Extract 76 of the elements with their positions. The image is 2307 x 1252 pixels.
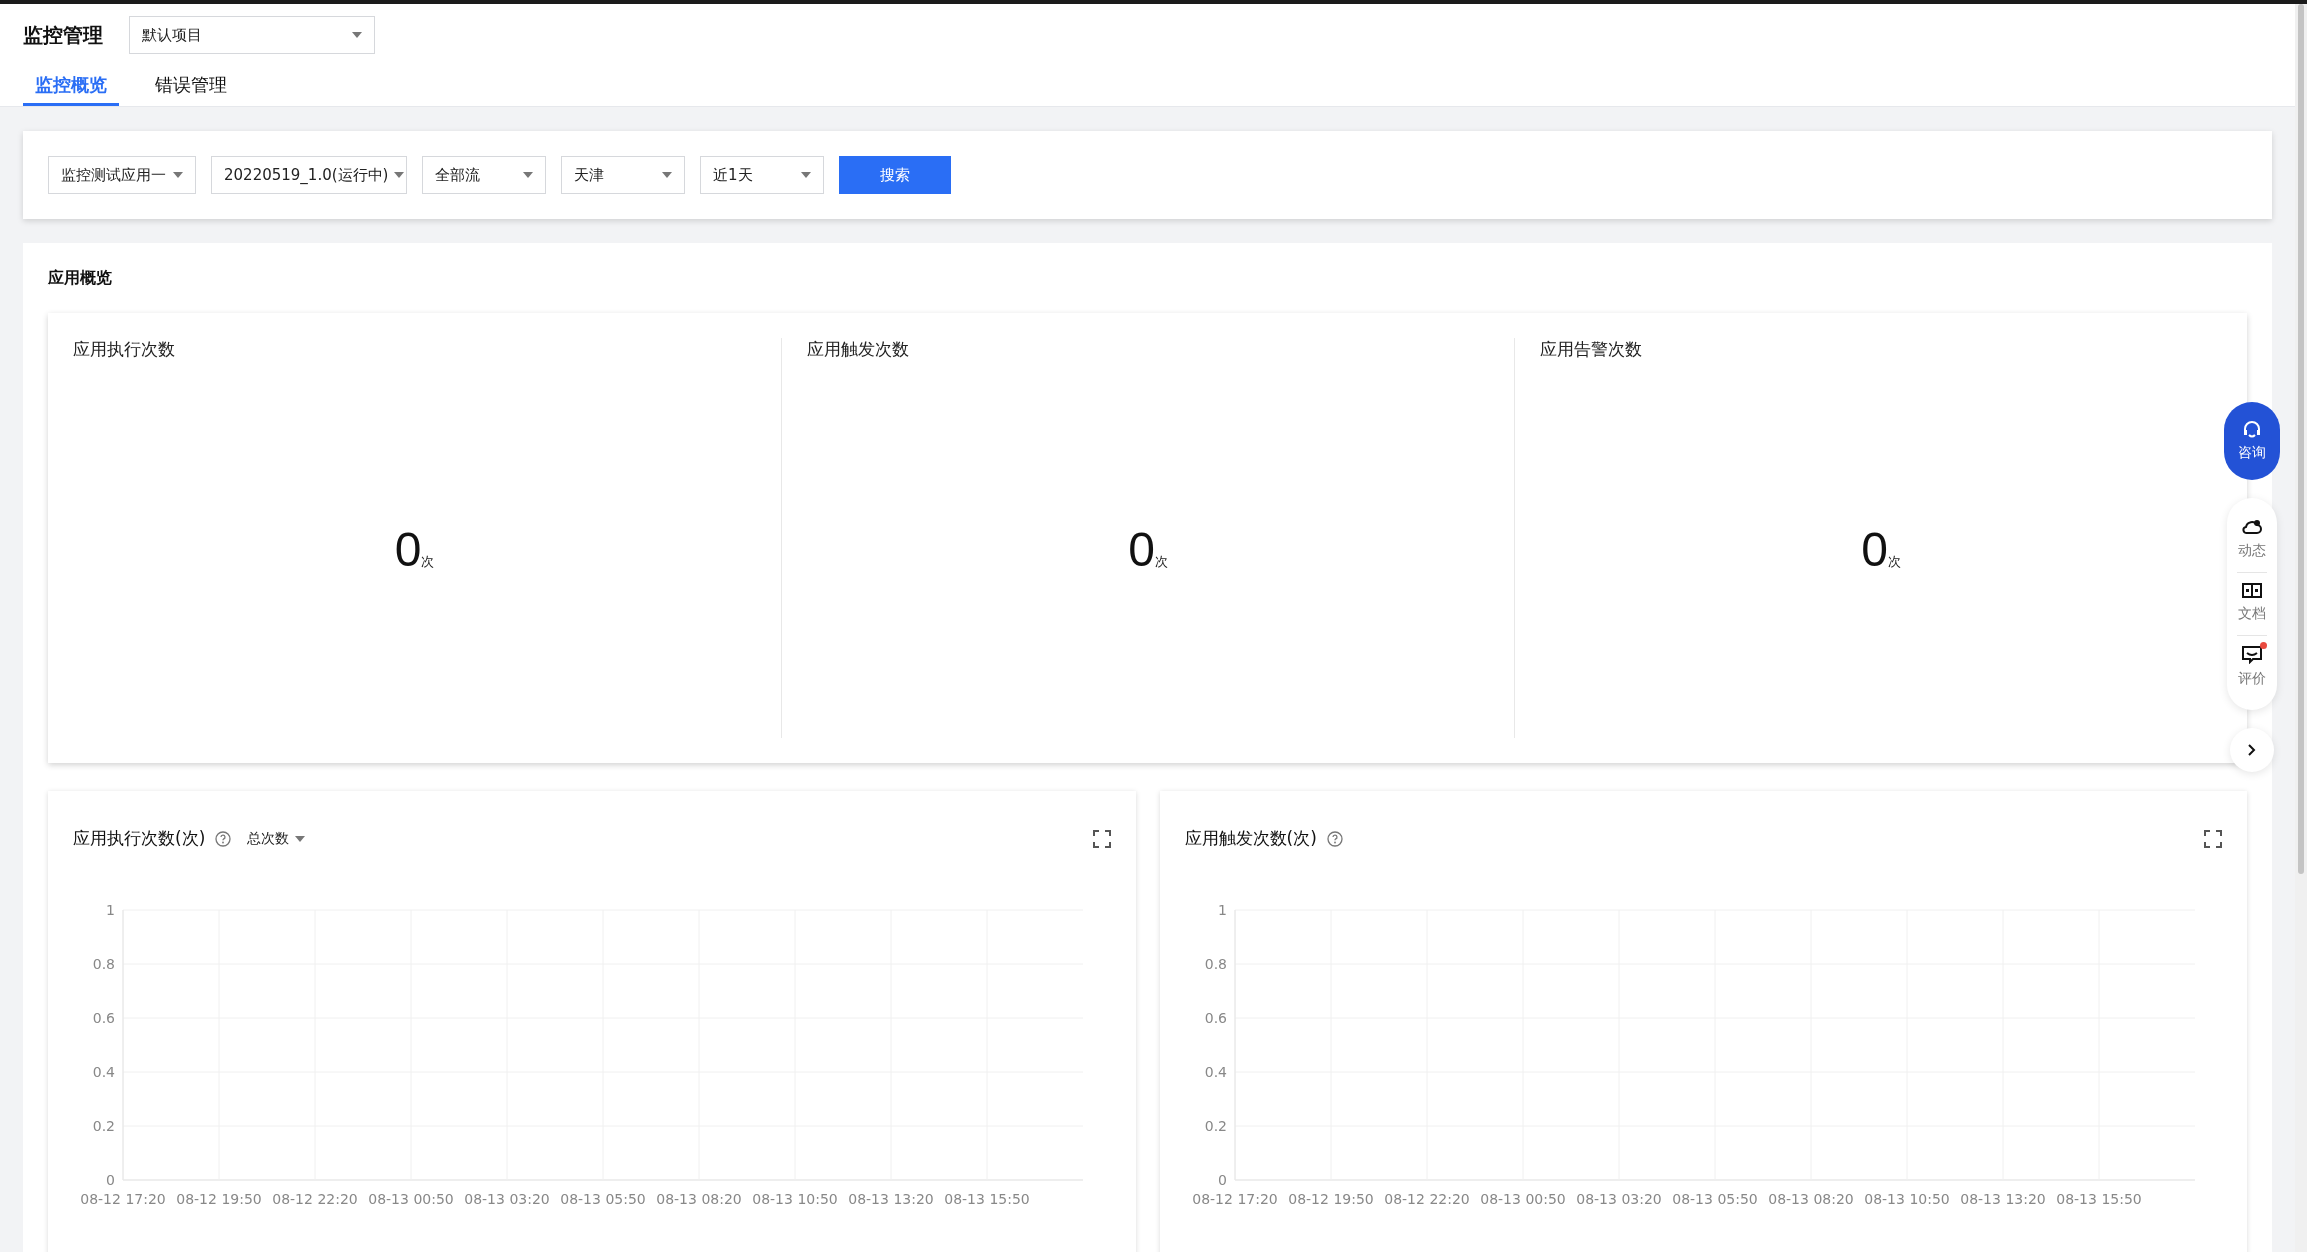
x-axis-label: 08-13 03:20 <box>464 1191 550 1207</box>
x-axis-label: 08-12 19:50 <box>176 1191 262 1207</box>
section-title: 应用概览 <box>48 268 113 289</box>
x-axis-label: 08-13 08:20 <box>1767 1191 1854 1207</box>
filter-select[interactable]: 近1天 <box>700 156 824 194</box>
filter-select[interactable]: 监控测试应用一 <box>48 156 196 194</box>
x-axis-label: 08-13 08:20 <box>656 1191 742 1207</box>
caret-icon <box>523 172 533 178</box>
caret-icon <box>662 172 672 178</box>
x-axis-label: 08-12 22:20 <box>272 1191 358 1207</box>
stat-value: 0 <box>394 522 422 577</box>
x-axis-label: 08-12 17:20 <box>80 1191 166 1207</box>
y-axis-label: 0.6 <box>92 1010 115 1026</box>
y-axis-label: 0.4 <box>92 1064 115 1080</box>
caret-icon <box>801 172 811 178</box>
search-button[interactable]: 搜索 <box>839 156 951 194</box>
message-icon <box>2242 646 2262 664</box>
tab[interactable]: 监控概览 <box>23 66 119 106</box>
filter-select[interactable]: 20220519_1.0(运行中) <box>211 156 407 194</box>
y-axis-label: 0.8 <box>92 956 115 972</box>
x-axis-label: 08-13 15:50 <box>944 1191 1030 1207</box>
chart-title: 应用执行次数(次) <box>73 827 206 850</box>
stat-value: 0 <box>1128 522 1155 577</box>
y-axis-label: 0.6 <box>1204 1010 1227 1026</box>
help-icon[interactable] <box>215 830 232 847</box>
y-axis-label: 1 <box>106 902 115 918</box>
consult-button[interactable]: 咨询 <box>2224 402 2280 480</box>
caret-icon <box>352 32 362 38</box>
y-axis-label: 0 <box>1217 1172 1227 1188</box>
x-axis-label: 08-13 13:20 <box>1959 1191 2046 1207</box>
stat-label: 应用触发次数 <box>807 338 910 361</box>
x-axis-label: 08-12 22:20 <box>1383 1191 1470 1207</box>
x-axis-label: 08-13 00:50 <box>1479 1191 1566 1207</box>
filter-select[interactable]: 天津 <box>561 156 685 194</box>
x-axis-label: 08-12 19:50 <box>1287 1191 1374 1207</box>
count-type-dropdown[interactable]: 总次数 <box>247 829 306 848</box>
caret-icon <box>295 835 306 842</box>
fullscreen-icon[interactable] <box>1092 829 1111 848</box>
y-axis-label: 0.8 <box>1204 956 1227 972</box>
x-axis-label: 08-12 17:20 <box>1191 1191 1278 1207</box>
project-select[interactable]: 默认项目 <box>129 16 375 54</box>
side-tool[interactable]: 动态 <box>2237 508 2267 573</box>
y-axis-label: 0.4 <box>1204 1064 1227 1080</box>
x-axis-label: 08-13 10:50 <box>1863 1191 1950 1207</box>
side-tool[interactable]: 评价 <box>2237 636 2267 700</box>
x-axis-label: 08-13 05:50 <box>560 1191 646 1207</box>
y-axis-label: 0.2 <box>1204 1118 1227 1134</box>
side-tool[interactable]: 文档 <box>2237 573 2267 636</box>
scrollbar[interactable] <box>2295 4 2307 1252</box>
caret-icon <box>173 172 183 178</box>
y-axis-label: 0 <box>106 1172 115 1188</box>
tab[interactable]: 错误管理 <box>143 66 239 106</box>
x-axis-label: 08-13 15:50 <box>2055 1191 2142 1207</box>
book-icon <box>2242 583 2262 599</box>
stat-unit: 次 <box>1154 554 1168 571</box>
stat-value: 0 <box>1861 522 1888 577</box>
stat-label: 应用执行次数 <box>73 338 176 361</box>
x-axis-label: 08-13 13:20 <box>848 1191 934 1207</box>
cloud-icon <box>2242 518 2262 536</box>
chart-title: 应用触发次数(次) <box>1184 827 1317 850</box>
fullscreen-icon[interactable] <box>2204 829 2222 848</box>
page-title: 监控管理 <box>23 21 103 49</box>
y-axis-label: 0.2 <box>92 1118 115 1134</box>
caret-icon <box>394 172 405 178</box>
x-axis-label: 08-13 03:20 <box>1575 1191 1662 1207</box>
y-axis-label: 1 <box>1217 902 1227 918</box>
stat-unit: 次 <box>1887 554 1901 571</box>
x-axis-label: 08-13 00:50 <box>368 1191 454 1207</box>
x-axis-label: 08-13 05:50 <box>1671 1191 1758 1207</box>
filter-select[interactable]: 全部流 <box>422 156 546 194</box>
stat-unit: 次 <box>421 554 435 571</box>
chevron-right-icon <box>2248 744 2256 756</box>
help-icon[interactable] <box>1326 830 1343 847</box>
headset-icon <box>2242 420 2262 440</box>
stat-label: 应用告警次数 <box>1540 338 1643 361</box>
x-axis-label: 08-13 10:50 <box>752 1191 838 1207</box>
